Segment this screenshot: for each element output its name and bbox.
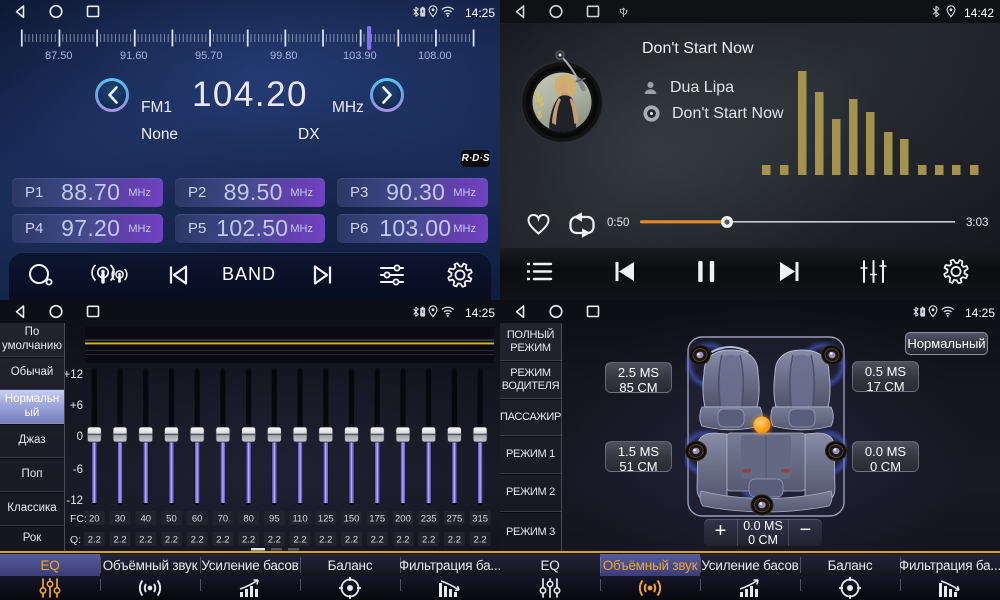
svg-text:275: 275	[446, 514, 462, 525]
svg-text:Q:: Q:	[70, 534, 81, 546]
svg-text:200: 200	[395, 514, 411, 525]
svg-text:0: 0	[77, 431, 83, 443]
svg-text:2.2: 2.2	[371, 535, 384, 546]
svg-text:2.2: 2.2	[88, 535, 101, 546]
svg-text:150: 150	[344, 514, 360, 525]
svg-text:2.2: 2.2	[319, 535, 332, 546]
svg-text:2.2: 2.2	[139, 535, 152, 546]
svg-text:2.2: 2.2	[268, 535, 281, 546]
svg-text:+12: +12	[65, 369, 83, 381]
svg-text:125: 125	[318, 514, 334, 525]
svg-text:40: 40	[140, 514, 151, 525]
svg-text:-12: -12	[66, 495, 83, 507]
svg-text:2.2: 2.2	[191, 535, 204, 546]
svg-text:110: 110	[292, 514, 307, 525]
svg-text:+6: +6	[70, 400, 83, 412]
svg-text:20: 20	[89, 514, 100, 525]
svg-text:2.2: 2.2	[165, 535, 178, 546]
svg-text:2.2: 2.2	[113, 535, 126, 546]
svg-text:2.2: 2.2	[216, 535, 229, 546]
svg-text:FC:: FC:	[70, 513, 87, 525]
svg-text:2.2: 2.2	[473, 535, 486, 546]
svg-text:80: 80	[243, 514, 254, 525]
svg-text:2.2: 2.2	[396, 535, 409, 546]
svg-text:2.2: 2.2	[345, 535, 358, 546]
svg-text:2.2: 2.2	[242, 535, 255, 546]
svg-text:50: 50	[166, 514, 177, 525]
svg-text:235: 235	[421, 514, 437, 525]
svg-text:60: 60	[192, 514, 203, 525]
svg-text:95: 95	[269, 514, 280, 525]
svg-text:315: 315	[472, 514, 488, 525]
svg-text:2.2: 2.2	[448, 535, 461, 546]
svg-text:2.2: 2.2	[293, 535, 306, 546]
svg-text:2.2: 2.2	[422, 535, 435, 546]
svg-text:175: 175	[369, 514, 385, 525]
svg-text:-6: -6	[73, 464, 83, 476]
svg-text:30: 30	[115, 514, 126, 525]
svg-text:70: 70	[218, 514, 229, 525]
